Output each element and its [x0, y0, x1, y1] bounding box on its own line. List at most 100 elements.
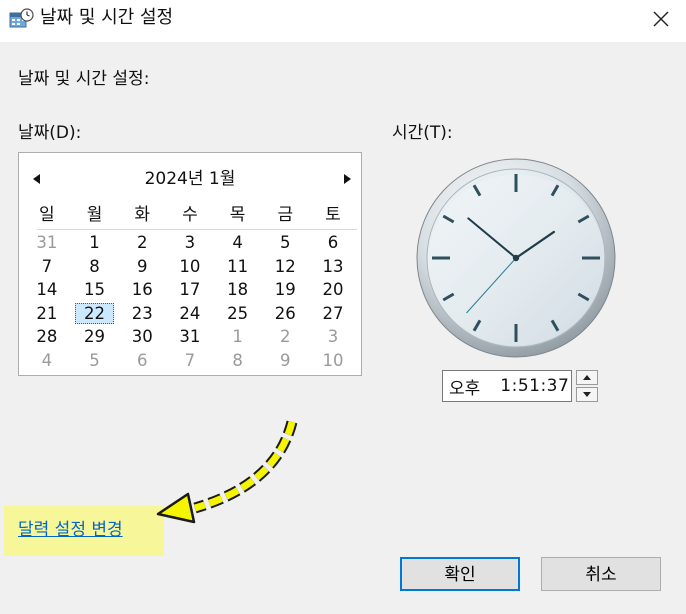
calendar-day[interactable]: 5 [71, 349, 119, 373]
calendar-day[interactable]: 21 [23, 302, 71, 326]
weekday-label: 수 [182, 205, 198, 225]
calendar-day[interactable]: 25 [214, 302, 262, 326]
calendar-day[interactable]: 7 [166, 349, 214, 373]
calendar-day-number: 12 [274, 256, 296, 276]
calendar-day-number: 20 [322, 280, 344, 300]
calendar-day-number: 6 [136, 350, 148, 370]
calendar-day[interactable]: 14 [23, 278, 71, 302]
weekday-header: 일월화수목금토 [23, 203, 357, 227]
calendar-day[interactable]: 28 [23, 325, 71, 349]
calendar-day[interactable]: 3 [309, 325, 357, 349]
calendar-day[interactable]: 27 [309, 302, 357, 326]
calendar-day-number: 27 [322, 303, 344, 323]
time-ampm[interactable]: 오후 [449, 374, 480, 399]
close-button[interactable] [636, 0, 686, 38]
calendar-day[interactable]: 15 [71, 278, 119, 302]
calendar-day-number: 16 [131, 280, 153, 300]
calendar-day[interactable]: 30 [118, 325, 166, 349]
title-bar: 날짜 및 시간 설정 [0, 0, 686, 42]
date-label: 날짜(D): [18, 123, 82, 143]
calendar-day[interactable]: 19 [261, 278, 309, 302]
calendar-day[interactable]: 6 [118, 349, 166, 373]
time-increment-button[interactable] [576, 370, 598, 385]
month-calendar[interactable]: 2024년 1월 일월화수목금토 31 1 2 3 4 5 6 7 8 9 10 11 12 13 14 15… [18, 152, 362, 376]
calendar-day[interactable]: 8 [214, 349, 262, 373]
calendar-day-number: 30 [131, 327, 153, 347]
calendar-day[interactable]: 4 [23, 349, 71, 373]
time-input[interactable]: 오후 1:51:37 [442, 370, 572, 402]
calendar-day[interactable]: 10 [309, 349, 357, 373]
time-decrement-button[interactable] [576, 387, 598, 402]
calendar-day[interactable]: 3 [166, 231, 214, 255]
calendar-day[interactable]: 26 [261, 302, 309, 326]
calendar-day[interactable]: 9 [261, 349, 309, 373]
calendar-day[interactable]: 9 [118, 255, 166, 279]
calendar-day-number: 7 [184, 350, 196, 370]
time-label: 시간(T): [392, 123, 453, 143]
calendar-day[interactable]: 6 [309, 231, 357, 255]
cancel-button[interactable]: 취소 [541, 557, 661, 591]
calendar-day-selected[interactable]: 22 [71, 302, 119, 326]
calendar-day-number: 10 [322, 350, 344, 370]
calendar-day-number: 31 [179, 327, 201, 347]
calendar-day-number: 3 [327, 327, 339, 347]
next-month-button[interactable] [339, 171, 355, 187]
calendar-day-number: 2 [280, 327, 291, 347]
calendar-day[interactable]: 7 [23, 255, 71, 279]
calendar-day[interactable]: 29 [71, 325, 119, 349]
calendar-day[interactable]: 11 [214, 255, 262, 279]
weekday-label: 토 [325, 205, 341, 225]
calendar-day[interactable]: 4 [214, 231, 262, 255]
calendar-day[interactable]: 18 [214, 278, 262, 302]
calendar-day[interactable]: 13 [309, 255, 357, 279]
calendar-day-number: 7 [41, 256, 53, 276]
calendar-day[interactable]: 1 [214, 325, 262, 349]
calendar-day[interactable]: 17 [166, 278, 214, 302]
calendar-day-number: 15 [84, 280, 106, 300]
calendar-day-number: 19 [274, 280, 296, 300]
calendar-day-number: 23 [131, 303, 153, 323]
month-title: 2024년 1월 [144, 169, 236, 189]
calendar-day-number: 9 [136, 256, 148, 276]
calendar-day[interactable]: 16 [118, 278, 166, 302]
calendar-day-number: 24 [179, 303, 201, 323]
change-calendar-settings-link[interactable]: 달력 설정 변경 [18, 519, 123, 541]
window-title: 날짜 및 시간 설정 [40, 7, 174, 28]
weekday-label: 일 [39, 205, 55, 225]
calendar-day-number: 4 [232, 233, 243, 252]
weekday-divider [37, 229, 357, 230]
calendar-day[interactable]: 5 [261, 231, 309, 255]
calendar-day[interactable]: 8 [71, 255, 119, 279]
calendar-day[interactable]: 10 [166, 255, 214, 279]
calendar-day[interactable]: 24 [166, 302, 214, 326]
datetime-settings-icon [9, 8, 34, 28]
calendar-day-number: 11 [227, 256, 249, 276]
calendar-day-number: 22 [84, 303, 106, 323]
time-spinner[interactable] [576, 370, 598, 402]
calendar-day-number: 13 [322, 256, 344, 276]
spin-down-icon [583, 392, 591, 397]
calendar-day[interactable]: 1 [71, 231, 119, 255]
calendar-day-number: 29 [84, 327, 106, 347]
triangle-right-icon [344, 174, 351, 184]
calendar-day[interactable]: 31 [166, 325, 214, 349]
calendar-day-number: 9 [280, 350, 291, 370]
calendar-day[interactable]: 12 [261, 255, 309, 279]
calendar-day[interactable]: 20 [309, 278, 357, 302]
calendar-day[interactable]: 31 [23, 231, 71, 255]
calendar-week-row: 21 22 23 24 25 26 27 [23, 302, 357, 326]
calendar-week-row: 7 8 9 10 11 12 13 [23, 255, 357, 279]
weekday-label: 금 [277, 205, 294, 225]
calendar-day-number: 25 [227, 303, 249, 323]
calendar-day-number: 5 [89, 350, 100, 370]
clock-center-pin [512, 254, 520, 262]
calendar-day[interactable]: 23 [118, 302, 166, 326]
calendar-week-row: 4 5 6 7 8 9 10 [23, 349, 357, 373]
calendar-day[interactable]: 2 [261, 325, 309, 349]
time-value[interactable]: 1:51:37 [500, 376, 569, 396]
calendar-day-number: 8 [89, 256, 100, 276]
ok-button[interactable]: 확인 [400, 557, 520, 591]
calendar-day-number: 14 [36, 280, 58, 300]
day-grid: 31 1 2 3 4 5 6 7 8 9 10 11 12 13 14 15 16 17 18 19 20 21 22 23 2… [23, 231, 357, 373]
calendar-day[interactable]: 2 [118, 231, 166, 255]
